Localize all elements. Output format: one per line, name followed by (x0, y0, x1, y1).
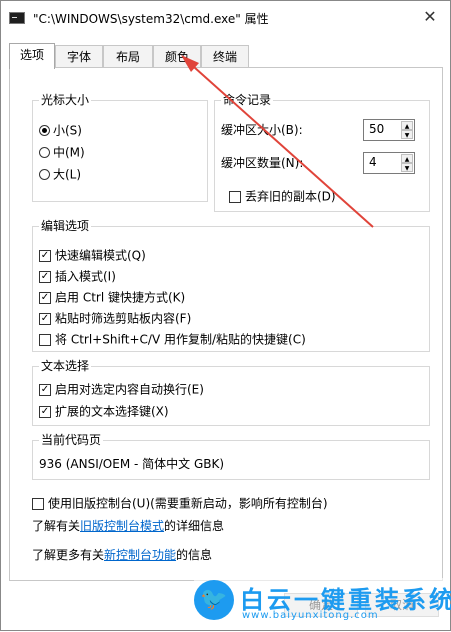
radio-cursor-medium[interactable]: 中(M) (39, 143, 85, 161)
tab-colors[interactable]: 颜色 (153, 45, 201, 67)
radio-cursor-small[interactable]: 小(S) (39, 121, 82, 139)
checkbox-label: 将 Ctrl+Shift+C/V 用作复制/粘贴的快捷键(C) (55, 332, 306, 347)
info-suffix: 的信息 (176, 548, 213, 562)
radio-cursor-large[interactable]: 大(L) (39, 165, 81, 183)
radio-label: 中(M) (53, 145, 85, 160)
tab-terminal[interactable]: 终端 (201, 45, 249, 67)
checkbox-checked-icon[interactable]: ✓ (39, 383, 51, 396)
checkbox[interactable] (229, 190, 241, 203)
checkbox-label: 快速编辑模式(Q) (55, 248, 146, 263)
checkbox-label: 使用旧版控制台(U)(需要重新启动，影响所有控制台) (48, 496, 328, 511)
stepper-buttons: ▲ ▼ (401, 121, 413, 139)
checkbox-label: 扩展的文本选择键(X) (55, 404, 169, 419)
code-page-value: 936 (ANSI/OEM - 简体中文 GBK) (39, 457, 225, 471)
stepper-up-icon[interactable]: ▲ (401, 121, 413, 130)
info-prefix: 了解更多有关 (32, 548, 105, 562)
code-page-title: 当前代码页 (39, 433, 104, 447)
options-panel: 光标大小 小(S) 中(M) 大(L) 命令记录 缓冲区大小(B): 50 ▲ … (9, 67, 443, 581)
buffer-size-label: 缓冲区大小(B): (221, 123, 303, 137)
discard-duplicates-checkbox[interactable]: 丢弃旧的副本(D) (229, 187, 336, 205)
cursor-size-title: 光标大小 (39, 93, 92, 107)
stepper-down-icon[interactable]: ▼ (401, 163, 413, 172)
radio-label: 大(L) (53, 167, 82, 182)
checkbox-label: 插入模式(I) (55, 269, 116, 284)
cursor-size-group: 光标大小 小(S) 中(M) 大(L) (32, 93, 208, 202)
new-console-features-link[interactable]: 新控制台功能 (104, 548, 176, 562)
quick-edit-checkbox[interactable]: ✓ 快速编辑模式(Q) (39, 246, 146, 264)
edit-options-title: 编辑选项 (39, 219, 92, 233)
watermark-url: www.baiyunxitong.com (242, 610, 379, 621)
radio-label: 小(S) (53, 123, 82, 138)
checkbox-label: 粘贴时筛选剪贴板内容(F) (55, 311, 192, 326)
info-prefix: 了解有关 (32, 519, 81, 533)
text-selection-group: 文本选择 ✓ 启用对选定内容自动换行(E) ✓ 扩展的文本选择键(X) (32, 359, 430, 426)
checkbox-label: 启用 Ctrl 键快捷方式(K) (55, 290, 186, 305)
extended-selection-keys-checkbox[interactable]: ✓ 扩展的文本选择键(X) (39, 402, 169, 420)
buffer-count-value[interactable]: 4 (369, 155, 377, 169)
ctrl-shift-cv-checkbox[interactable]: 将 Ctrl+Shift+C/V 用作复制/粘贴的快捷键(C) (39, 330, 306, 348)
legacy-info-line: 了解有关旧版控制台模式的详细信息 (32, 517, 224, 534)
checkbox-checked-icon[interactable]: ✓ (39, 291, 51, 304)
window-title: "C:\WINDOWS\system32\cmd.exe" 属性 (33, 12, 269, 26)
checkbox[interactable] (39, 333, 51, 346)
info-suffix: 的详细信息 (164, 519, 225, 533)
buffer-count-stepper[interactable]: 4 ▲ ▼ (363, 152, 415, 174)
command-history-group: 命令记录 缓冲区大小(B): 50 ▲ ▼ 缓冲区数量(N): 4 ▲ ▼ 丢弃… (214, 93, 430, 212)
buffer-size-stepper[interactable]: 50 ▲ ▼ (363, 119, 415, 141)
edit-options-group: 编辑选项 ✓ 快速编辑模式(Q) ✓ 插入模式(I) ✓ 启用 Ctrl 键快捷方式(… (32, 219, 430, 352)
new-features-info-line: 了解更多有关新控制台功能的信息 (32, 546, 212, 563)
buffer-count-label: 缓冲区数量(N): (221, 156, 304, 170)
checkbox-checked-icon[interactable]: ✓ (39, 270, 51, 283)
tab-options[interactable]: 选项 (9, 43, 55, 69)
tab-layout[interactable]: 布局 (103, 45, 153, 67)
ctrl-shortcuts-checkbox[interactable]: ✓ 启用 Ctrl 键快捷方式(K) (39, 288, 185, 306)
stepper-buttons: ▲ ▼ (401, 154, 413, 172)
checkbox[interactable] (32, 497, 44, 510)
radio-button[interactable] (39, 169, 50, 180)
tab-font[interactable]: 字体 (55, 45, 103, 67)
line-wrap-selection-checkbox[interactable]: ✓ 启用对选定内容自动换行(E) (39, 380, 204, 398)
cmd-app-icon (9, 12, 25, 24)
buffer-size-value[interactable]: 50 (369, 122, 384, 136)
radio-button[interactable] (39, 147, 50, 158)
filter-clipboard-checkbox[interactable]: ✓ 粘贴时筛选剪贴板内容(F) (39, 309, 191, 327)
text-selection-title: 文本选择 (39, 359, 92, 373)
checkbox-label: 启用对选定内容自动换行(E) (55, 382, 204, 397)
checkbox-checked-icon[interactable]: ✓ (39, 312, 51, 325)
checkbox-checked-icon[interactable]: ✓ (39, 405, 51, 418)
checkbox-checked-icon[interactable]: ✓ (39, 249, 51, 262)
insert-mode-checkbox[interactable]: ✓ 插入模式(I) (39, 267, 116, 285)
properties-window: "C:\WINDOWS\system32\cmd.exe" 属性 ✕ 选项 字体… (0, 0, 451, 631)
stepper-up-icon[interactable]: ▲ (401, 154, 413, 163)
code-page-group: 当前代码页 936 (ANSI/OEM - 简体中文 GBK) (32, 433, 430, 480)
stepper-down-icon[interactable]: ▼ (401, 130, 413, 139)
radio-button[interactable] (39, 125, 50, 136)
title-bar[interactable]: "C:\WINDOWS\system32\cmd.exe" 属性 ✕ (1, 1, 450, 34)
command-history-title: 命令记录 (221, 93, 274, 107)
bird-logo-icon: 🐦 (194, 580, 234, 620)
legacy-console-checkbox[interactable]: 使用旧版控制台(U)(需要重新启动，影响所有控制台) (32, 494, 328, 512)
checkbox-label: 丢弃旧的副本(D) (245, 189, 336, 204)
watermark: 🐦 白云一键重装系统 www.baiyunxitong.com (194, 578, 451, 626)
close-button[interactable]: ✕ (414, 3, 446, 31)
legacy-console-link[interactable]: 旧版控制台模式 (80, 519, 164, 533)
